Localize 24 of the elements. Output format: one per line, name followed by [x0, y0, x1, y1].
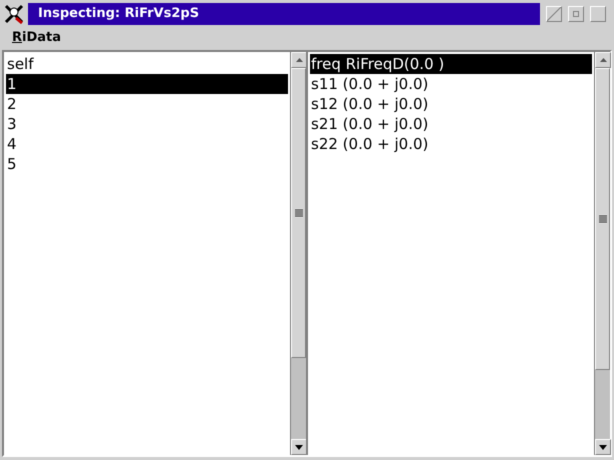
grip-icon — [294, 208, 302, 218]
small-square-icon — [573, 11, 579, 17]
scroll-thumb[interactable] — [595, 68, 610, 370]
down-arrow-icon — [599, 444, 607, 450]
up-arrow-icon — [600, 58, 606, 62]
scrollbar[interactable] — [290, 52, 306, 455]
scrollbar[interactable] — [594, 52, 610, 455]
scroll-down-button[interactable] — [291, 439, 307, 455]
list-item[interactable]: 1 — [6, 74, 288, 94]
window-title: Inspecting: RiFrVs2pS — [28, 3, 540, 25]
scroll-thumb[interactable] — [291, 68, 306, 358]
up-arrow-icon — [296, 58, 302, 62]
minimize-button[interactable] — [568, 6, 584, 22]
menu-item[interactable]: RiData — [12, 28, 62, 48]
app-icon[interactable] — [4, 4, 24, 24]
scroll-up-button[interactable] — [595, 52, 611, 68]
grip-icon — [598, 214, 606, 224]
down-arrow-icon — [295, 444, 303, 450]
scroll-down-button[interactable] — [595, 439, 611, 455]
scroll-up-button[interactable] — [291, 52, 307, 68]
maximize-button[interactable] — [590, 6, 606, 22]
diagonal-icon — [547, 7, 561, 21]
shade-button[interactable] — [546, 6, 562, 22]
list-item[interactable]: freq RiFreqD(0.0 ) — [310, 54, 592, 74]
